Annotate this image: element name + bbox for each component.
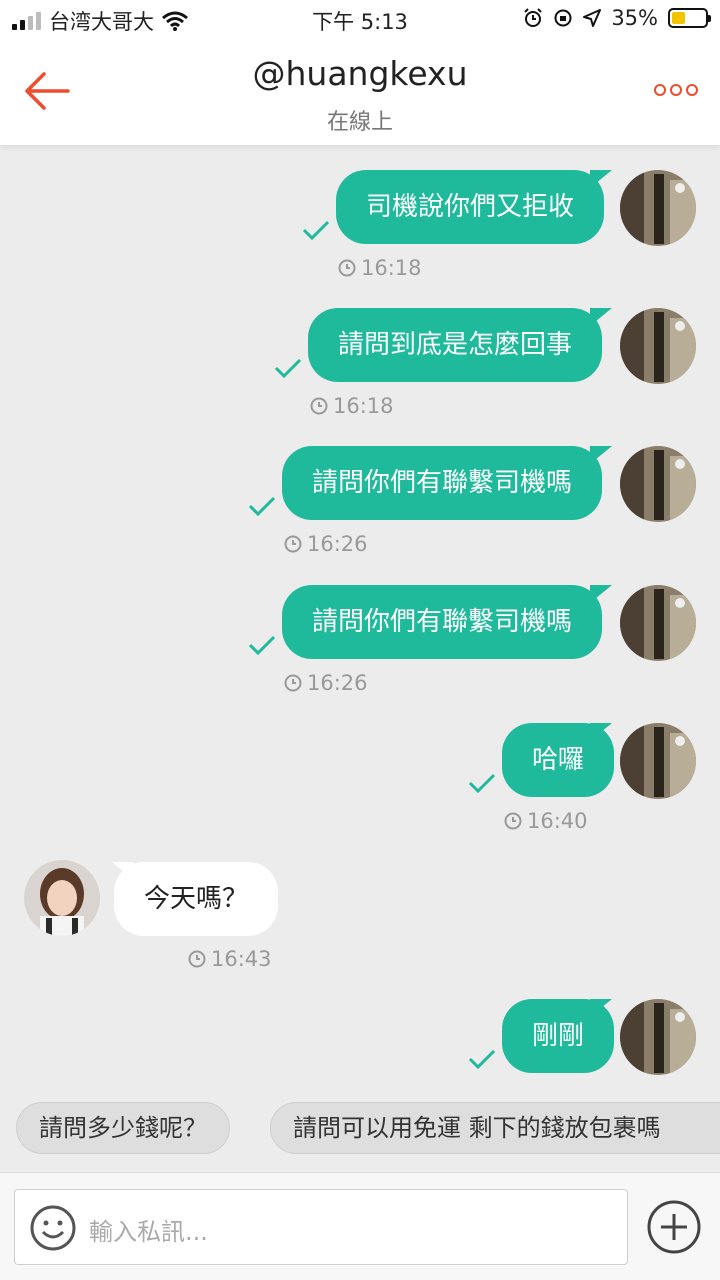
read-check-icon [468,773,496,793]
message-time: 16:40 [504,809,588,833]
message-bubble-out[interactable]: 請問到底是怎麼回事 [308,308,603,382]
message-input-bar: 輸入私訊... [0,1172,720,1280]
clock-icon [284,674,302,692]
message-time: 16:26 [284,532,368,556]
read-check-icon [302,220,330,240]
rotation-lock-icon [554,9,572,27]
input-placeholder: 輸入私訊... [89,1218,208,1246]
clock-icon [188,950,206,968]
location-icon [583,9,602,27]
clock-icon [504,812,522,830]
plus-circle-icon[interactable] [646,1199,702,1255]
message-input[interactable]: 輸入私訊... [14,1189,628,1265]
my-avatar[interactable] [620,446,696,522]
quick-reply-chip[interactable]: 請問可以用免運 剩下的錢放包裹嗎 [270,1102,720,1154]
clock-icon [338,259,356,277]
message-time: 16:18 [338,256,422,280]
message-bubble-in[interactable]: 今天嗎？ [114,862,279,936]
my-avatar[interactable] [620,170,696,246]
battery-icon [668,8,711,28]
more-options-icon [654,84,666,96]
read-check-icon [248,496,276,516]
battery-percent: 35% [611,6,658,30]
message-bubble-out[interactable]: 請問你們有聯繫司機嗎 [282,585,603,659]
more-options-button[interactable] [654,84,698,96]
message-time: 16:26 [284,671,368,695]
online-status: 在線上 [326,110,393,135]
read-check-icon [468,1049,496,1069]
emoji-icon[interactable] [29,1204,77,1252]
contact-avatar[interactable] [24,860,100,936]
status-bar: 台湾大哥大 下午 5:13 35% [0,0,720,40]
clock-icon [310,397,328,415]
message-bubble-out[interactable]: 司機說你們又拒收 [336,170,605,244]
read-check-icon [248,635,276,655]
message-bubble-out[interactable]: 請問你們有聯繫司機嗎 [282,446,603,520]
alarm-icon [524,8,543,27]
message-time: 16:18 [310,394,394,418]
message-bubble-out[interactable]: 哈囉 [502,723,615,797]
clock-icon [284,535,302,553]
chat-title: @huangkexu [252,54,468,93]
message-time: 16:43 [188,947,272,971]
my-avatar[interactable] [620,308,696,384]
message-bubble-out[interactable]: 剛剛 [502,999,615,1073]
my-avatar[interactable] [620,999,696,1075]
status-right: 35% [523,6,711,30]
quick-reply-chip[interactable]: 請問多少錢呢？ [16,1102,230,1154]
chat-header: @huangkexu 在線上 [0,40,720,146]
my-avatar[interactable] [620,585,696,661]
read-check-icon [274,358,302,378]
my-avatar[interactable] [620,723,696,799]
